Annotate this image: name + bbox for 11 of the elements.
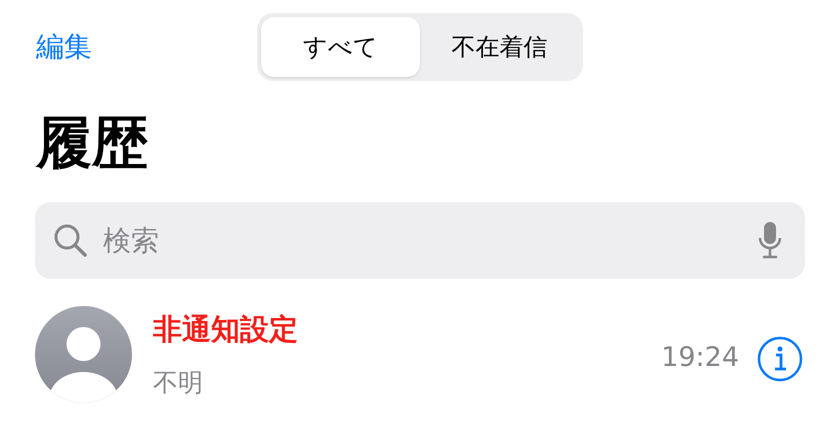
caller-name: 非通知設定 xyxy=(153,311,298,348)
call-time: 19:24 xyxy=(661,341,739,376)
search-field[interactable]: 検索 xyxy=(35,202,805,279)
info-icon[interactable] xyxy=(757,336,803,382)
segment-tab[interactable]: 不在着信 xyxy=(420,17,579,77)
segment-tab[interactable]: すべて xyxy=(261,17,420,77)
call-detail: 不明 xyxy=(153,366,203,398)
search-icon xyxy=(53,223,87,257)
microphone-icon[interactable] xyxy=(757,220,783,260)
edit-button[interactable]: 編集 xyxy=(36,33,92,61)
page-title: 履歴 xyxy=(34,116,149,172)
